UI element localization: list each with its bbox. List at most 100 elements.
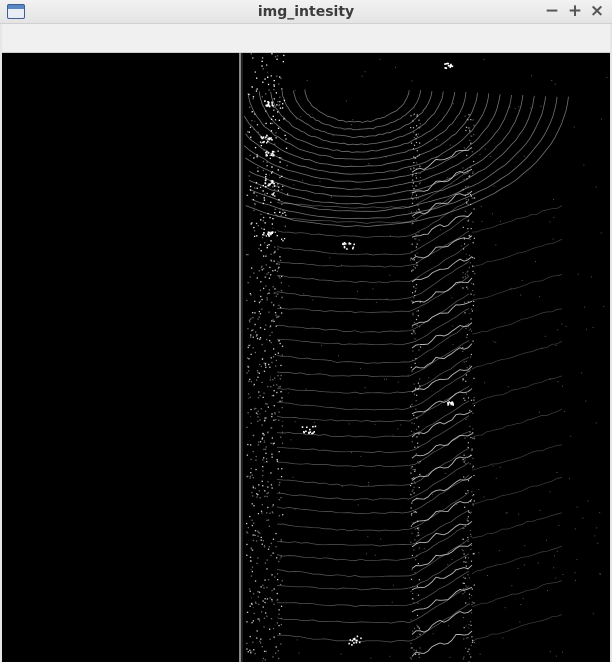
- scan-point: [413, 167, 415, 169]
- scan-point: [487, 575, 488, 576]
- scan-point: [266, 165, 268, 167]
- bright-point: [447, 62, 450, 65]
- scan-point: [251, 622, 253, 624]
- scan-point: [414, 528, 416, 530]
- scan-point: [468, 597, 471, 599]
- scan-point: [250, 294, 252, 296]
- scan-point: [258, 490, 260, 492]
- scan-point: [470, 399, 473, 401]
- scan-point: [599, 573, 601, 575]
- maximize-button[interactable]: +: [565, 2, 585, 22]
- scan-point: [279, 101, 281, 103]
- scan-point: [465, 463, 467, 465]
- scan-point: [262, 81, 264, 83]
- scan-point: [393, 192, 395, 194]
- scan-point: [262, 432, 264, 435]
- scan-point: [266, 615, 268, 617]
- scan-point: [281, 88, 283, 90]
- scan-point: [249, 293, 251, 295]
- scan-point: [465, 380, 467, 382]
- scan-point: [259, 289, 262, 292]
- scan-point: [250, 548, 252, 550]
- scan-point: [260, 536, 262, 539]
- scan-point: [260, 213, 262, 215]
- scan-point: [462, 658, 464, 660]
- scan-point: [467, 270, 469, 272]
- scan-point: [411, 175, 413, 177]
- scan-point: [411, 243, 413, 245]
- scan-point: [463, 248, 465, 250]
- bright-point: [449, 65, 452, 67]
- scan-point: [413, 393, 416, 395]
- scan-point: [246, 531, 248, 533]
- bright-point: [447, 65, 450, 67]
- scan-point: [281, 175, 283, 177]
- close-button[interactable]: ×: [587, 2, 607, 22]
- scan-point: [452, 325, 454, 327]
- scan-point: [270, 75, 272, 77]
- scan-point: [270, 172, 273, 174]
- scan-point: [467, 516, 469, 518]
- scan-point: [462, 617, 465, 619]
- image-canvas[interactable]: [2, 53, 610, 662]
- scan-point: [585, 400, 587, 402]
- scan-point: [257, 444, 260, 446]
- scan-point: [462, 593, 464, 595]
- scan-point: [259, 244, 262, 246]
- scan-point: [413, 602, 415, 604]
- scan-point: [436, 156, 437, 158]
- scan-point: [279, 558, 281, 560]
- scan-point: [522, 598, 524, 600]
- title-bar[interactable]: img_intesity − + ×: [0, 0, 612, 24]
- scan-point: [251, 111, 253, 113]
- scan-point: [374, 554, 376, 556]
- scan-point: [412, 198, 414, 200]
- scan-point: [412, 148, 415, 150]
- scan-point: [416, 394, 418, 396]
- scan-point: [462, 167, 464, 169]
- scan-point: [247, 527, 249, 529]
- scan-point: [411, 185, 414, 187]
- scan-point: [254, 323, 256, 325]
- scan-point: [266, 492, 268, 495]
- app-window: img_intesity − + ×: [0, 0, 612, 662]
- scan-point: [538, 411, 540, 413]
- bright-point: [353, 243, 355, 246]
- scan-point: [413, 649, 415, 651]
- scan-point: [470, 533, 472, 535]
- scan-point: [264, 490, 266, 492]
- scan-point: [256, 337, 259, 340]
- scan-point: [260, 365, 262, 368]
- scan-point: [415, 387, 417, 389]
- bright-point: [272, 154, 274, 157]
- scan-point: [251, 503, 253, 505]
- scan-point: [466, 286, 468, 288]
- scan-point: [278, 411, 280, 413]
- scan-point: [463, 172, 465, 174]
- scan-point: [419, 389, 421, 391]
- scan-point: [472, 465, 474, 467]
- scan-point: [261, 358, 264, 360]
- scan-point: [370, 657, 372, 659]
- scan-point: [470, 293, 472, 295]
- scan-point: [280, 391, 282, 393]
- scan-point: [268, 244, 270, 246]
- scan-point: [282, 185, 284, 187]
- minimize-button[interactable]: −: [542, 2, 562, 22]
- scan-point: [463, 561, 465, 563]
- scan-point: [262, 584, 264, 586]
- scan-point: [415, 233, 417, 236]
- scan-point: [412, 330, 415, 332]
- scan-point: [279, 96, 281, 98]
- bright-point: [271, 101, 273, 104]
- scan-point: [261, 646, 263, 648]
- scan-point: [250, 444, 252, 446]
- scan-point: [419, 326, 421, 328]
- scan-point: [257, 513, 260, 515]
- scan-point: [280, 497, 282, 499]
- scan-point: [419, 461, 421, 463]
- scan-point: [595, 186, 597, 188]
- scan-point: [467, 274, 469, 276]
- scan-point: [463, 638, 465, 640]
- scan-point: [575, 579, 576, 581]
